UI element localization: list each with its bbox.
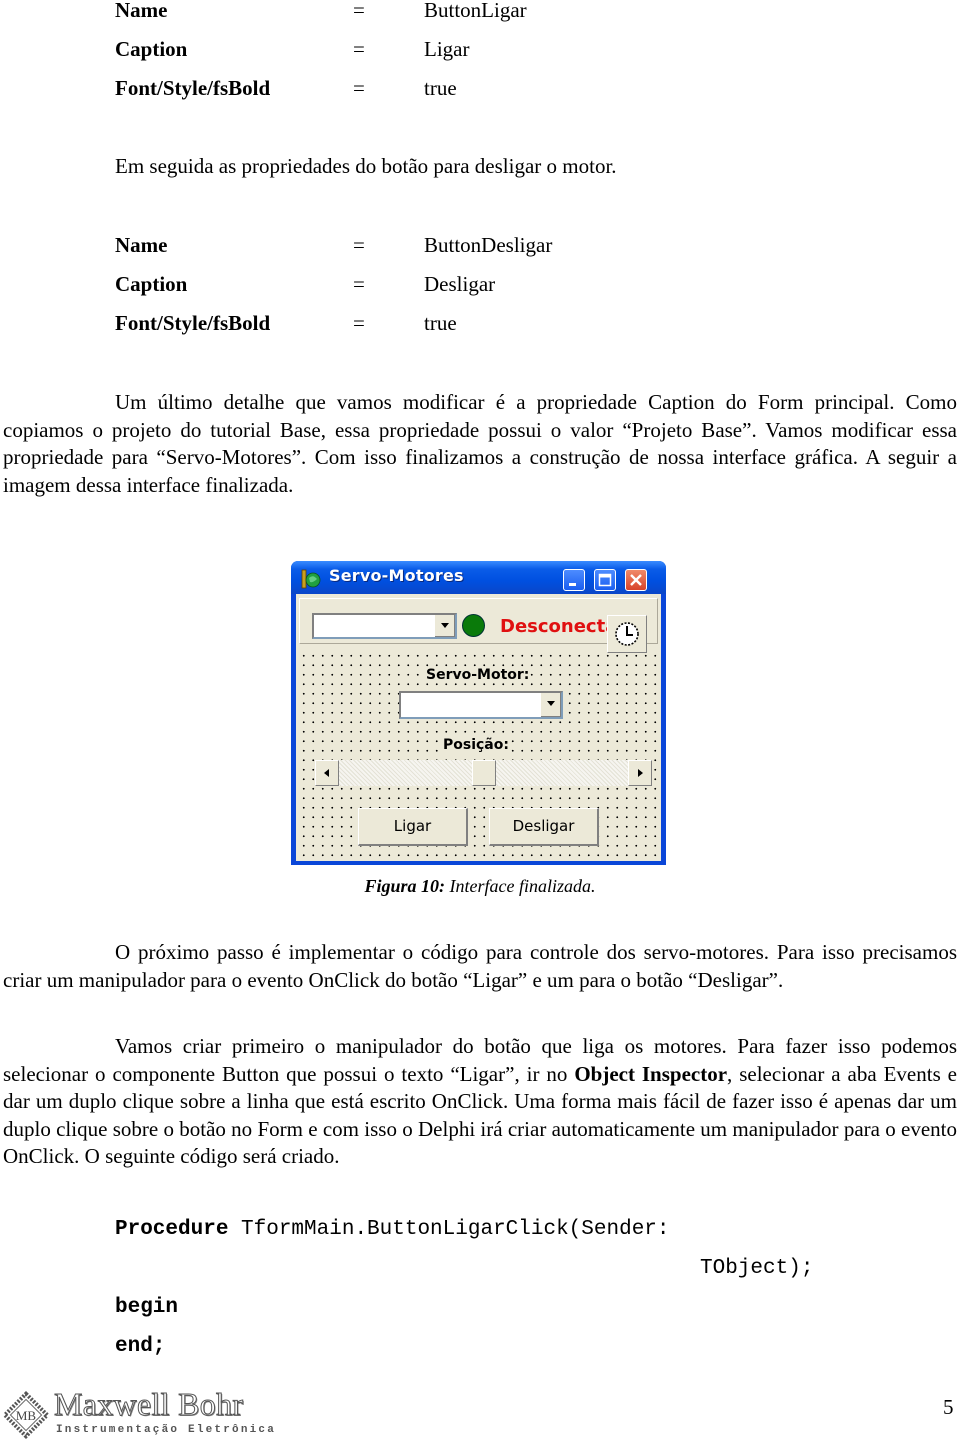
paragraph-handler: Vamos criar primeiro o manipulador do bo… <box>3 1033 957 1171</box>
maximize-icon <box>598 573 612 587</box>
page-number: 5 <box>943 1395 954 1419</box>
status-led <box>462 614 485 637</box>
maximize-button[interactable] <box>594 569 616 591</box>
property-equals: = <box>353 311 365 335</box>
port-combobox[interactable] <box>312 613 457 639</box>
figure-caption-text: Interface finalizada. <box>445 876 596 896</box>
property-key: Name <box>115 233 168 257</box>
code-line-1: Procedure TformMain.ButtonLigarClick(Sen… <box>115 1218 670 1241</box>
timer-component[interactable] <box>607 615 647 653</box>
close-icon <box>630 574 642 586</box>
property-equals: = <box>353 37 365 61</box>
position-label: Posição: <box>442 737 510 753</box>
paragraph-caption: Um último detalhe que vamos modificar é … <box>3 389 957 499</box>
property-value: Desligar <box>424 272 496 296</box>
scroll-right-button[interactable] <box>628 760 652 786</box>
code-end: end; <box>115 1335 166 1358</box>
property-equals: = <box>353 233 365 257</box>
property-key: Name <box>115 0 168 22</box>
footer-logo: MB Maxwell Bohr Instrumentação Eletrônic… <box>0 1386 274 1440</box>
clock-icon <box>615 622 639 646</box>
property-equals: = <box>353 272 365 296</box>
code-begin: begin <box>115 1296 179 1319</box>
position-scrollbar[interactable] <box>315 760 652 786</box>
close-button[interactable] <box>625 569 647 591</box>
window-title: Servo-Motores <box>329 566 464 585</box>
app-window: Servo-Motores Servo-Motor: Posição: Liga… <box>291 561 666 865</box>
object-inspector-term: Object Inspector <box>574 1061 728 1086</box>
connection-status-text: Desconectado <box>500 616 608 637</box>
minimize-icon <box>569 583 576 586</box>
property-key: Font/Style/fsBold <box>115 311 271 335</box>
logo-badge-text: MB <box>16 1408 37 1423</box>
code-signature: TformMain.ButtonLigarClick(Sender: <box>228 1218 670 1241</box>
code-keyword-procedure: Procedure <box>115 1218 229 1241</box>
property-key: Caption <box>115 37 188 61</box>
property-equals: = <box>353 76 365 100</box>
paragraph-caption-text: Um último detalhe que vamos modificar é … <box>3 390 957 497</box>
title-bar[interactable]: Servo-Motores <box>291 561 666 594</box>
property-value: true <box>424 311 457 335</box>
ligar-button[interactable]: Ligar <box>358 808 468 846</box>
servo-motor-label: Servo-Motor: <box>425 667 531 683</box>
property-equals: = <box>353 0 365 22</box>
logo-badge-icon: MB <box>1 1390 51 1440</box>
desligar-button[interactable]: Desligar <box>489 808 599 846</box>
servo-combobox[interactable] <box>399 691 563 719</box>
scroll-thumb[interactable] <box>471 760 496 786</box>
intro-desligar-text: Em seguida as propriedades do botão para… <box>115 154 617 178</box>
chevron-down-icon[interactable] <box>540 693 561 717</box>
paragraph-next-text: O próximo passo é implementar o código p… <box>3 940 957 992</box>
property-value: true <box>424 76 457 100</box>
figure-caption-label: Figura 10: <box>364 876 446 896</box>
property-key: Font/Style/fsBold <box>115 76 271 100</box>
property-value: ButtonLigar <box>424 0 527 22</box>
logo-text: Maxwell Bohr <box>53 1386 244 1423</box>
chevron-down-icon[interactable] <box>434 615 455 637</box>
scroll-left-button[interactable] <box>315 760 339 786</box>
logo-subtitle: Instrumentação Eletrônica <box>56 1424 277 1436</box>
app-icon <box>301 569 321 589</box>
property-key: Caption <box>115 272 188 296</box>
minimize-button[interactable] <box>563 569 585 591</box>
figure-caption: Figura 10: Interface finalizada. <box>0 876 960 897</box>
property-value: ButtonDesligar <box>424 233 553 257</box>
paragraph-next: O próximo passo é implementar o código p… <box>3 939 957 994</box>
property-value: Ligar <box>424 37 470 61</box>
code-line-2: TObject); <box>700 1257 814 1280</box>
